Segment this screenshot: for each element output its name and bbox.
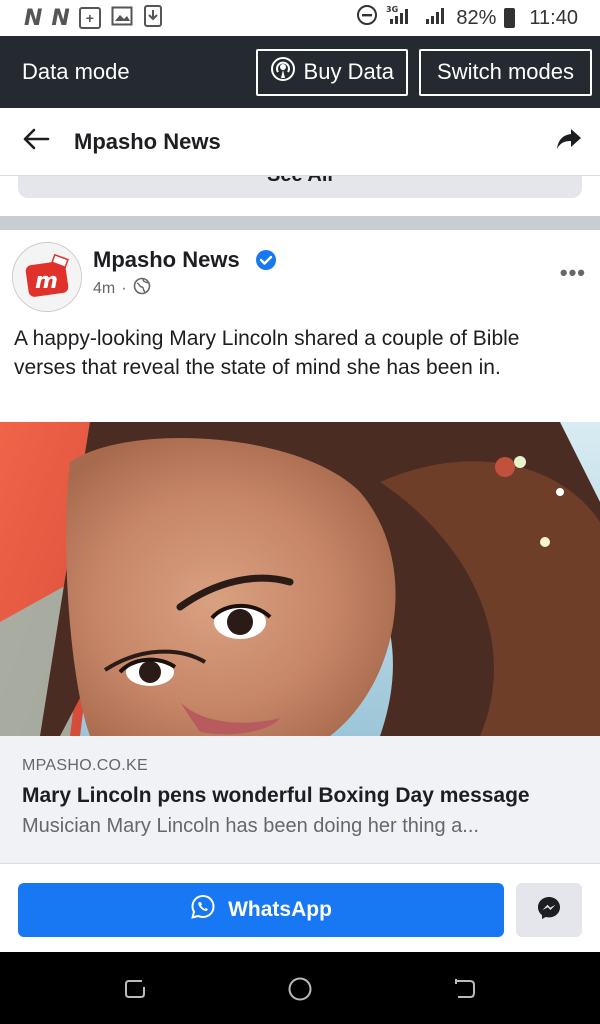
messenger-share-button[interactable]	[516, 883, 582, 937]
status-right-icons: 3G 82% 11:40	[356, 4, 578, 32]
buy-data-label: Buy Data	[303, 59, 395, 84]
svg-text:3G: 3G	[386, 5, 398, 14]
link-domain: MPASHO.CO.KE	[22, 757, 148, 774]
post-image[interactable]	[0, 422, 600, 736]
meta-separator: ·	[121, 279, 127, 297]
post-text: A happy-looking Mary Lincoln shared a co…	[14, 327, 520, 379]
page-header: Mpasho News	[0, 108, 600, 176]
link-title: Mary Lincoln pens wonderful Boxing Day m…	[22, 784, 530, 807]
back-icon[interactable]	[452, 976, 478, 1007]
signal-icon	[424, 4, 448, 32]
link-preview-card[interactable]: MPASHO.CO.KE Mary Lincoln pens wonderful…	[0, 736, 600, 864]
page-avatar[interactable]: m	[12, 242, 82, 312]
verified-badge-icon	[255, 249, 277, 276]
n-notification-icon: N	[51, 5, 69, 31]
status-left-icons: N N +	[24, 4, 163, 33]
download-icon	[143, 4, 163, 33]
data-mode-label: Data mode	[22, 59, 130, 84]
system-nav-bar	[0, 952, 600, 1024]
section-divider	[0, 216, 600, 230]
battery-percent: 82%	[456, 6, 497, 29]
see-all-button[interactable]: See All	[18, 176, 582, 198]
link-description: Musician Mary Lincoln has been doing her…	[22, 815, 479, 837]
whatsapp-icon	[190, 894, 216, 926]
image-icon	[111, 5, 133, 32]
status-bar: N N + 3G 82% 11:40	[0, 0, 600, 36]
signal-3g-icon: 3G	[386, 4, 416, 32]
back-arrow-icon[interactable]	[22, 127, 50, 156]
page-title: Mpasho News	[74, 128, 221, 154]
do-not-disturb-icon	[356, 4, 378, 32]
post-page-name[interactable]: Mpasho News	[93, 247, 240, 273]
buy-data-button[interactable]: Buy Data	[255, 48, 409, 96]
mpasho-logo: m	[13, 243, 81, 311]
battery-icon	[504, 8, 516, 28]
portrait-photo	[0, 422, 600, 736]
clock: 11:40	[529, 6, 578, 29]
svg-text:m: m	[35, 269, 58, 294]
messenger-icon	[536, 895, 562, 926]
post-meta: 4m ·	[93, 277, 151, 300]
more-options-icon[interactable]: •••	[560, 260, 586, 286]
share-icon[interactable]	[556, 127, 582, 156]
switch-modes-button[interactable]: Switch modes	[419, 48, 592, 96]
broadcast-icon	[270, 56, 296, 88]
switch-modes-label: Switch modes	[437, 59, 574, 84]
share-actions: WhatsApp	[0, 864, 600, 952]
home-icon[interactable]	[287, 976, 313, 1007]
recent-apps-icon[interactable]	[122, 976, 148, 1007]
data-mode-bar: Data mode Buy Data Switch modes	[0, 36, 600, 108]
plus-icon: +	[78, 7, 101, 29]
post-time[interactable]: 4m	[93, 280, 115, 298]
whatsapp-label: WhatsApp	[228, 898, 332, 921]
n-notification-icon: N	[24, 5, 42, 31]
globe-icon	[133, 277, 151, 300]
post-header: m Mpasho News 4m · •••	[0, 230, 600, 320]
whatsapp-share-button[interactable]: WhatsApp	[18, 883, 504, 937]
see-all-label: See All	[18, 176, 582, 187]
